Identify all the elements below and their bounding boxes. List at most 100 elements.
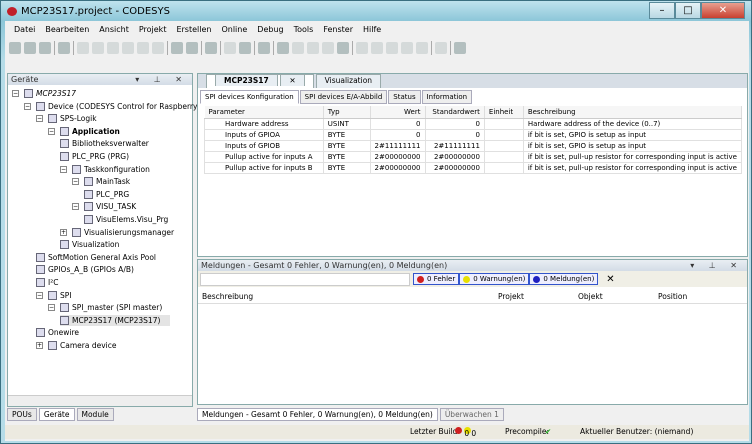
tree-item[interactable]: Bibliotheksverwalter: [60, 138, 149, 149]
toolbar-button-icon[interactable]: [152, 42, 164, 54]
toolbar-button-icon[interactable]: [454, 42, 466, 54]
table-row[interactable]: Inputs of GPIOA BYTE 0 0 if bit is set, GPIO…: [204, 129, 743, 141]
col-einheit[interactable]: Einheit: [484, 106, 524, 119]
tree-item[interactable]: + Camera device: [36, 340, 116, 351]
errors-filter-button[interactable]: 0 Fehler: [413, 273, 460, 285]
warnings-filter-button[interactable]: 0 Warnung(en): [459, 273, 530, 285]
cell-wert[interactable]: 2#00000000: [369, 162, 426, 174]
cell-wert[interactable]: 2#00000000: [369, 151, 426, 163]
close-tab-icon[interactable]: ✕: [280, 74, 305, 86]
close-button[interactable]: ✕: [701, 2, 745, 19]
menu-online[interactable]: Online: [216, 23, 252, 36]
subtab-0[interactable]: SPI devices Konfiguration: [200, 90, 299, 104]
cell-wert[interactable]: 2#11111111: [369, 140, 426, 152]
tree-item[interactable]: VisuElems.Visu_Prg: [84, 214, 168, 225]
toolbar-button-icon[interactable]: [435, 42, 447, 54]
toolbar-button-icon[interactable]: [39, 42, 51, 54]
toolbar-button-icon[interactable]: [292, 42, 304, 54]
maximize-button[interactable]: □: [675, 2, 701, 19]
col-wert[interactable]: Wert: [370, 106, 426, 119]
tree-item[interactable]: GPIOs_A_B (GPIOs A/B): [36, 264, 134, 275]
toolbar-button-icon[interactable]: [92, 42, 104, 54]
toolbar-button-icon[interactable]: [186, 42, 198, 54]
subtab-1[interactable]: SPI devices E/A-Abbild: [299, 90, 388, 104]
col-projekt[interactable]: Projekt: [498, 292, 578, 301]
tree-item[interactable]: − Device (CODESYS Control for Raspberry P…: [24, 101, 209, 112]
table-row[interactable]: Pullup active for inputs A BYTE 2#00000000…: [204, 151, 743, 163]
subtab-2[interactable]: Status: [388, 90, 421, 104]
tab-mcp23s17[interactable]: MCP23S17 ✕: [206, 74, 314, 88]
toolbar-button-icon[interactable]: [258, 42, 270, 54]
tab-visualization[interactable]: Visualization: [315, 74, 382, 88]
tree-item[interactable]: MCP23S17 (MCP23S17): [60, 314, 170, 326]
menu-bearbeiten[interactable]: Bearbeiten: [40, 23, 94, 36]
toolbar-button-icon[interactable]: [322, 42, 334, 54]
tree-item[interactable]: − SPI: [36, 290, 72, 301]
tree-item[interactable]: − SPS-Logik: [36, 113, 97, 124]
toolbar-button-icon[interactable]: [205, 42, 217, 54]
tab-module[interactable]: Module: [76, 408, 114, 421]
toolbar-button-icon[interactable]: [356, 42, 368, 54]
menu-projekt[interactable]: Projekt: [134, 23, 172, 36]
collapse-icon[interactable]: −: [72, 203, 79, 211]
toolbar-button-icon[interactable]: [137, 42, 149, 54]
tree-item[interactable]: SoftMotion General Axis Pool: [36, 252, 156, 263]
toolbar-button-icon[interactable]: [277, 42, 289, 54]
menu-ansicht[interactable]: Ansicht: [94, 23, 134, 36]
toolbar-button-icon[interactable]: [107, 42, 119, 54]
toolbar-button-icon[interactable]: [171, 42, 183, 54]
collapse-icon[interactable]: −: [36, 115, 43, 123]
toolbar-button-icon[interactable]: [401, 42, 413, 54]
table-row[interactable]: Pullup active for inputs B BYTE 2#00000000…: [204, 162, 743, 174]
toolbar-button-icon[interactable]: [224, 42, 236, 54]
messages-controls[interactable]: ▾ ⊥ ✕: [690, 260, 743, 271]
table-row[interactable]: Hardware address USINT 0 0 Hardware address …: [204, 118, 743, 130]
col-standardwert[interactable]: Standardwert: [425, 106, 485, 119]
toolbar-button-icon[interactable]: [77, 42, 89, 54]
col-objekt[interactable]: Objekt: [578, 292, 658, 301]
tree-item[interactable]: − Application: [48, 126, 120, 137]
menu-debug[interactable]: Debug: [252, 23, 288, 36]
toolbar-button-icon[interactable]: [58, 42, 70, 54]
col-typ[interactable]: Typ: [323, 106, 371, 119]
collapse-icon[interactable]: −: [60, 165, 67, 173]
tree-item[interactable]: PLC_PRG (PRG): [60, 151, 129, 162]
toolbar-button-icon[interactable]: [337, 42, 349, 54]
toolbar-button-icon[interactable]: [239, 42, 251, 54]
clear-messages-button[interactable]: ✕: [606, 274, 614, 285]
message-category-select[interactable]: [200, 273, 410, 286]
infos-filter-button[interactable]: 0 Meldung(en): [529, 273, 599, 285]
expand-icon[interactable]: +: [60, 228, 67, 236]
tree-item[interactable]: − VISU_TASK: [72, 201, 136, 212]
tab-geräte[interactable]: Geräte: [38, 408, 75, 421]
tree-item[interactable]: − MCP23S17: [12, 88, 76, 99]
tree-item[interactable]: − Taskkonfiguration: [60, 164, 150, 175]
toolbar-button-icon[interactable]: [307, 42, 319, 54]
toolbar-button-icon[interactable]: [386, 42, 398, 54]
collapse-icon[interactable]: −: [48, 304, 55, 312]
tab-watch-1[interactable]: Überwachen 1: [439, 408, 504, 421]
col-position[interactable]: Position: [658, 292, 738, 301]
menu-hilfe[interactable]: Hilfe: [358, 23, 386, 36]
collapse-icon[interactable]: −: [72, 178, 79, 186]
panel-controls[interactable]: ▾ ⊥ ✕: [135, 74, 188, 85]
table-row[interactable]: Inputs of GPIOB BYTE 2#11111111 2#11111111 i…: [204, 140, 743, 152]
toolbar-button-icon[interactable]: [122, 42, 134, 54]
tree-item[interactable]: Onewire: [36, 327, 79, 338]
toolbar-button-icon[interactable]: [24, 42, 36, 54]
subtab-3[interactable]: Information: [421, 90, 473, 104]
tree-item[interactable]: − MainTask: [72, 176, 130, 187]
tree-item[interactable]: I²C: [36, 277, 58, 288]
expand-icon[interactable]: +: [36, 342, 43, 349]
tree-item[interactable]: + Visualisierungsmanager: [60, 227, 174, 238]
col-beschreibung[interactable]: Beschreibung: [198, 292, 498, 301]
col-beschreibung[interactable]: Beschreibung: [523, 106, 743, 119]
menu-erstellen[interactable]: Erstellen: [171, 23, 216, 36]
toolbar-button-icon[interactable]: [9, 42, 21, 54]
toolbar-button-icon[interactable]: [416, 42, 428, 54]
minimize-button[interactable]: –: [649, 2, 675, 19]
menu-tools[interactable]: Tools: [289, 23, 319, 36]
tab-pous[interactable]: POUs: [7, 408, 37, 421]
collapse-icon[interactable]: −: [48, 127, 55, 135]
menu-datei[interactable]: Datei: [9, 23, 40, 36]
